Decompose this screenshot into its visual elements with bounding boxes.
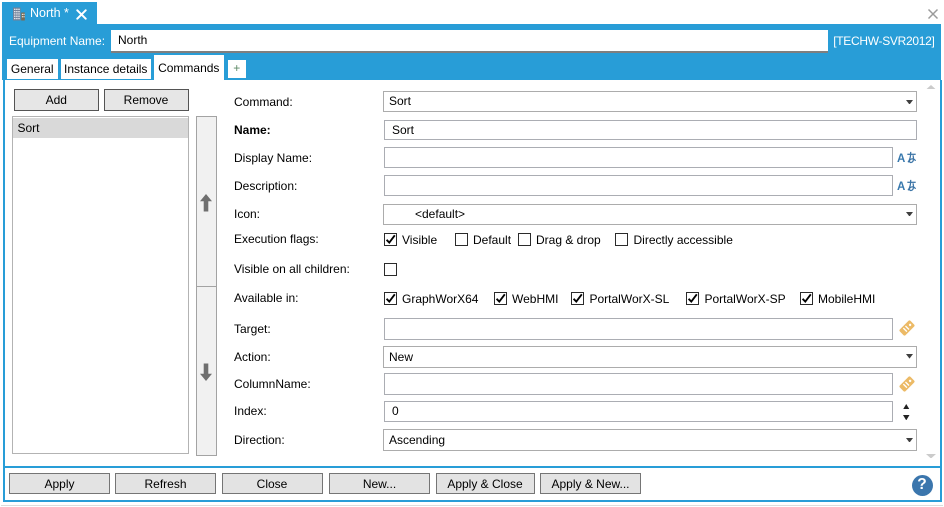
- svg-text:A: A: [897, 153, 905, 164]
- svg-text:A: A: [897, 181, 905, 192]
